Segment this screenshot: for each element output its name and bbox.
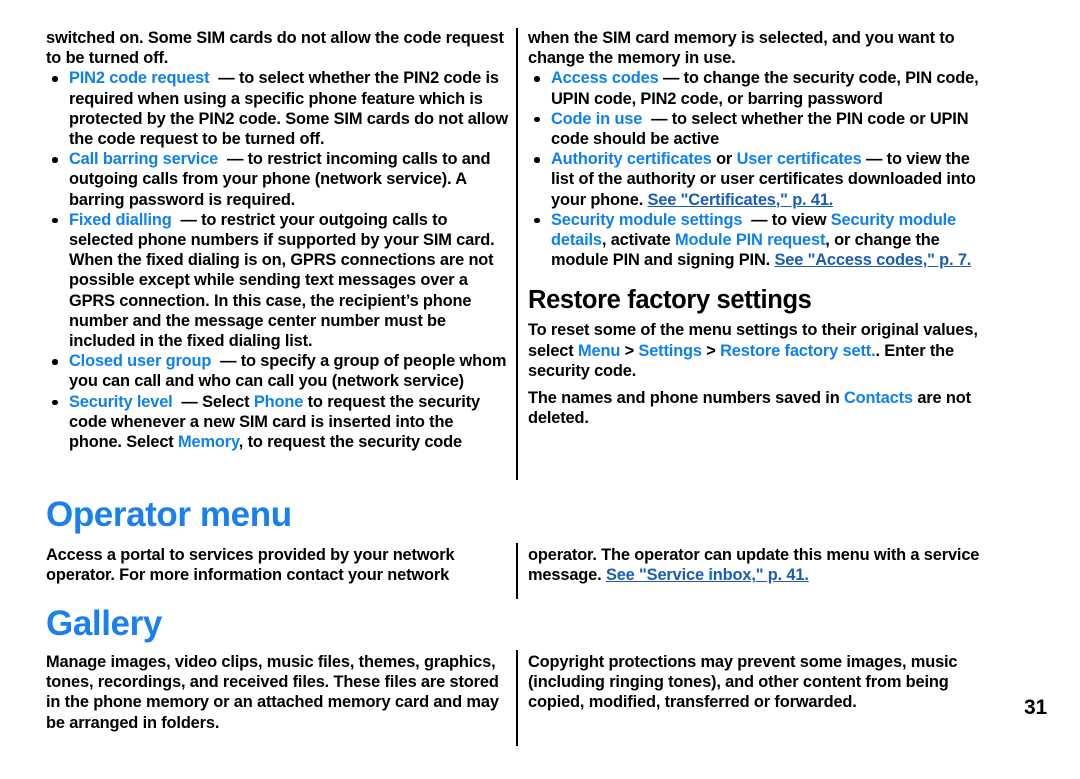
bullet-access-codes: Access codes — to change the security co… — [528, 68, 996, 108]
bullet-text-after: , to request the security code — [238, 433, 462, 452]
gallery-left-text: Manage images, video clips, music files,… — [46, 652, 506, 733]
bullet-authority-certificates: Authority certificates or User certifica… — [528, 149, 996, 210]
operator-right-paragraph: operator. The operator can update this m… — [528, 545, 996, 585]
gallery-right-paragraph: Copyright protections may prevent some i… — [528, 653, 958, 712]
bullet-security-level: Security level — Select Phone to request… — [46, 392, 510, 453]
term-security-level: Security level — [69, 392, 173, 411]
operator-menu-heading: Operator menu — [46, 495, 292, 534]
menu-item-menu: Menu — [577, 341, 621, 360]
term-security-module-settings: Security module settings — [551, 210, 743, 229]
term-fixed-dialling: Fixed dialling — [69, 210, 172, 229]
bullet-pin2-code-request: PIN2 code request — to select whether th… — [46, 68, 510, 149]
menu-item-restore-factory-sett: Restore factory sett. — [720, 341, 876, 360]
term-code-in-use: Code in use — [551, 109, 643, 128]
security-settings-bullet-list: PIN2 code request — to select whether th… — [46, 68, 510, 452]
xref-service-inbox-link[interactable]: See "Service inbox," p. 41. — [606, 566, 809, 584]
left-column-security-settings: switched on. Some SIM cards do not allow… — [46, 28, 510, 452]
bullet-fixed-dialling: Fixed dialling — to restrict your outgoi… — [46, 210, 510, 351]
contacts-text-before: The names and phone numbers saved in — [528, 389, 840, 408]
em-dash: — — [865, 150, 883, 169]
bullet-call-barring-service: Call barring service — to restrict incom… — [46, 149, 510, 210]
operator-menu-left-text: Access a portal to services provided by … — [46, 545, 496, 585]
conjunction-or: or — [716, 150, 733, 169]
term-contacts: Contacts — [843, 389, 913, 408]
bullet-text-before: to view — [771, 210, 827, 229]
bullet-text-before: Select — [202, 392, 250, 411]
column-divider-top — [516, 28, 518, 480]
gallery-left-paragraph: Manage images, video clips, music files,… — [46, 653, 499, 732]
operator-left-paragraph: Access a portal to services provided by … — [46, 546, 455, 585]
operator-menu-right-text: operator. The operator can update this m… — [528, 545, 996, 585]
em-dash: — — [751, 210, 768, 229]
gallery-right-text: Copyright protections may prevent some i… — [528, 652, 996, 713]
page-number: 31 — [1024, 696, 1047, 719]
document-page: switched on. Some SIM cards do not allow… — [0, 0, 1080, 779]
bullet-text-middle: , activate — [601, 231, 671, 250]
restore-factory-settings-heading: Restore factory settings — [528, 286, 812, 315]
column-divider-operator — [516, 543, 518, 599]
bullet-text: to restrict your outgoing calls to selec… — [69, 210, 495, 351]
restore-factory-paragraph-2: The names and phone numbers saved in Con… — [528, 388, 996, 428]
xref-access-codes-link[interactable]: See "Access codes," p. 7. — [774, 251, 971, 269]
bullet-code-in-use: Code in use — to select whether the PIN … — [528, 109, 996, 149]
em-dash: — — [220, 352, 237, 371]
em-dash: — — [662, 69, 680, 88]
left-continued-paragraph: switched on. Some SIM cards do not allow… — [46, 29, 504, 68]
em-dash: — — [226, 150, 244, 169]
bullet-security-module-settings: Security module settings — to view Secur… — [528, 210, 996, 271]
term-phone: Phone — [253, 392, 304, 411]
bullet-closed-user-group: Closed user group — to specify a group o… — [46, 351, 510, 391]
term-pin2-code-request: PIN2 code request — [69, 69, 210, 88]
gallery-section: Gallery — [46, 604, 996, 644]
restore-factory-paragraph-1: To reset some of the menu settings to th… — [528, 320, 996, 381]
term-authority-certificates: Authority certificates — [551, 150, 712, 169]
term-access-codes: Access codes — [551, 69, 659, 88]
em-dash: — — [181, 392, 198, 411]
right-column-security-settings: when the SIM card memory is selected, an… — [528, 28, 996, 428]
term-user-certificates: User certificates — [736, 150, 862, 169]
term-memory: Memory — [178, 433, 239, 452]
operator-menu-section: Operator menu — [46, 495, 996, 535]
term-closed-user-group: Closed user group — [69, 352, 212, 371]
menu-separator-2: > — [706, 341, 716, 360]
access-settings-bullet-list: Access codes — to change the security co… — [528, 68, 996, 270]
column-divider-gallery — [516, 650, 518, 746]
gallery-heading: Gallery — [46, 604, 162, 643]
em-dash: — — [218, 69, 235, 88]
xref-certificates-link[interactable]: See "Certificates," p. 41. — [648, 191, 834, 209]
em-dash: — — [180, 210, 197, 229]
term-module-pin-request: Module PIN request — [674, 231, 826, 250]
menu-item-settings: Settings — [638, 341, 702, 360]
menu-separator-1: > — [624, 341, 635, 360]
em-dash: — — [651, 109, 668, 128]
right-continued-paragraph: when the SIM card memory is selected, an… — [528, 29, 955, 68]
term-call-barring-service: Call barring service — [69, 150, 219, 169]
